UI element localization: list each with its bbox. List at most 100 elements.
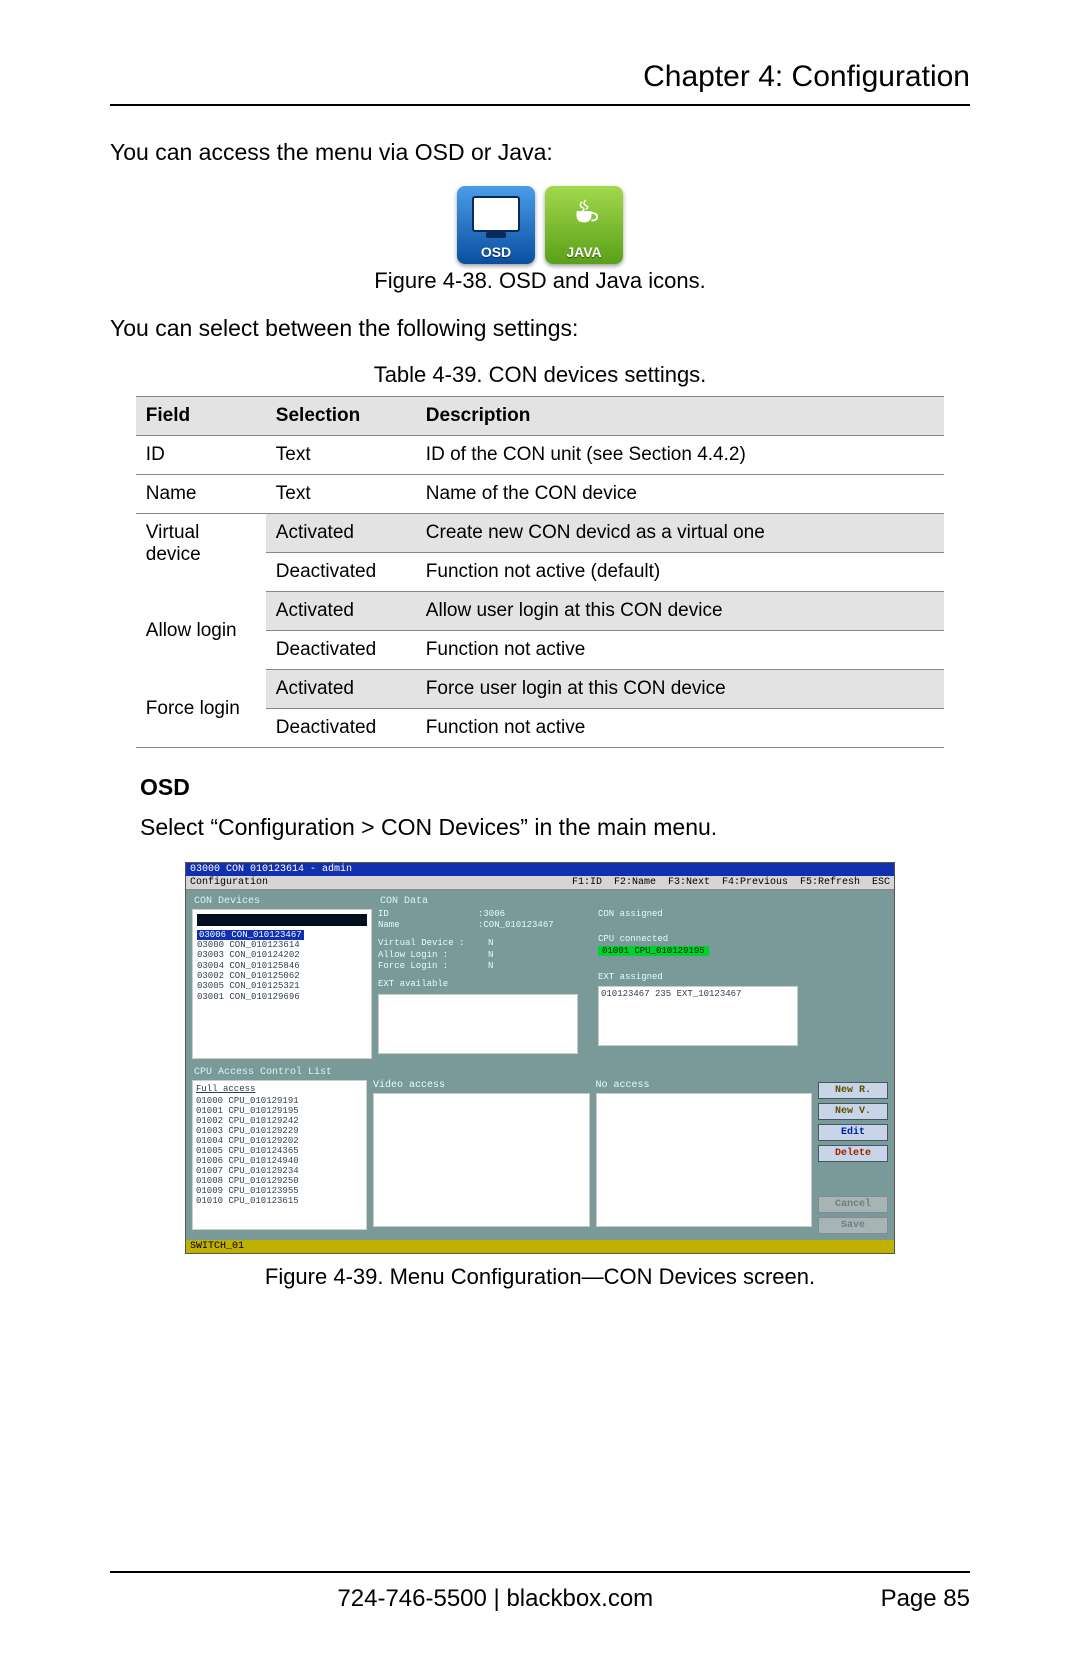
cell-selection: Deactivated [266, 631, 416, 670]
delete-button[interactable]: Delete [818, 1145, 888, 1162]
table-header-row: Field Selection Description [136, 397, 944, 436]
list-item: 01003 CPU_010129229 [196, 1126, 299, 1136]
table-row: Force login Activated Force user login a… [136, 670, 944, 709]
virtual-label: Virtual Device : [378, 938, 488, 950]
page-footer: 724-746-5500 | blackbox.com Page 85 [110, 1571, 970, 1613]
con-devices-settings-table: Field Selection Description ID Text ID o… [136, 396, 944, 748]
list-item: 01001 CPU_010129195 [196, 1106, 299, 1116]
java-cup-icon [569, 198, 599, 228]
list-item: 01009 CPU_010123955 [196, 1186, 299, 1196]
list-item: 01006 CPU_010124940 [196, 1156, 299, 1166]
cell-field: Virtual device [136, 514, 266, 592]
cell-selection: Deactivated [266, 553, 416, 592]
cell-selection: Text [266, 475, 416, 514]
con-data-right: CON assigned CPU connected 01001 CPU_010… [598, 909, 888, 1054]
con-data-title: CON Data [380, 896, 888, 907]
cell-description: Name of the CON device [416, 475, 944, 514]
ext-assigned-value: 010123467 235 EXT_10123467 [601, 989, 741, 999]
new-r-button[interactable]: New R. [818, 1082, 888, 1099]
java-icon-label: JAVA [566, 244, 601, 260]
figure-4-38-caption: Figure 4-38. OSD and Java icons. [110, 268, 970, 294]
osd-instruction: Select “Configuration > CON Devices” in … [140, 811, 970, 843]
osd-heading: OSD [140, 774, 970, 801]
cell-selection: Activated [266, 514, 416, 553]
ext-available-box [378, 994, 578, 1054]
table-row: ID Text ID of the CON unit (see Section … [136, 436, 944, 475]
osd-button-col: New R. New V. Edit Delete Cancel Save [818, 1080, 888, 1234]
list-item: 01010 CPU_010123615 [196, 1196, 299, 1206]
con-data-fields: ID: 3006 Name: CON_010123467 Virtual Dev… [378, 909, 588, 1054]
chapter-title: Chapter 4: Configuration [110, 60, 970, 106]
video-access-header: Video access [373, 1080, 590, 1091]
osd-icon-label: OSD [481, 244, 511, 260]
list-item: 03003 CON_010124202 [197, 950, 300, 960]
monitor-icon [472, 196, 520, 232]
table-4-39-caption: Table 4-39. CON devices settings. [110, 362, 970, 388]
osd-icon: OSD [457, 186, 535, 264]
allow-label: Allow Login : [378, 950, 488, 962]
cell-selection: Deactivated [266, 709, 416, 748]
cell-description: Function not active [416, 709, 944, 748]
allow-value: N [488, 950, 493, 962]
cell-field-l1: Virtual [146, 522, 200, 543]
cell-field: Name [136, 475, 266, 514]
cell-selection: Activated [266, 592, 416, 631]
cell-description: Allow user login at this CON device [416, 592, 944, 631]
list-item: 01002 CPU_010129242 [196, 1116, 299, 1126]
cpu-access-title: CPU Access Control List [194, 1067, 888, 1078]
video-access-col: Video access [373, 1080, 590, 1234]
video-access-box [373, 1093, 590, 1227]
footer-contact: 724-746-5500 | blackbox.com [110, 1585, 881, 1613]
ext-available-label: EXT available [378, 979, 448, 991]
no-access-box [596, 1093, 813, 1227]
osd-titlebar: 03000 CON 010123614 - admin [186, 863, 894, 876]
ext-assigned-label: EXT assigned [598, 972, 888, 984]
edit-button[interactable]: Edit [818, 1124, 888, 1141]
name-value: CON_010123467 [483, 920, 553, 932]
osd-menu-left: Configuration [190, 877, 268, 888]
cell-description: Force user login at this CON device [416, 670, 944, 709]
id-label: ID [378, 909, 478, 921]
th-description: Description [416, 397, 944, 436]
list-item: 01008 CPU_010129250 [196, 1176, 299, 1186]
save-button: Save [818, 1217, 888, 1234]
list-scroll-indicator [197, 914, 367, 926]
virtual-value: N [488, 938, 493, 950]
osd-screenshot: 03000 CON 010123614 - admin Configuratio… [185, 862, 895, 1254]
cell-selection: Text [266, 436, 416, 475]
cell-description: Function not active (default) [416, 553, 944, 592]
cell-field-l2: device [146, 544, 201, 565]
full-access-header: Full access [196, 1084, 363, 1094]
java-icon: JAVA [545, 186, 623, 264]
cpu-connected-label: CPU connected [598, 934, 888, 946]
list-item: 01004 CPU_010129202 [196, 1136, 299, 1146]
osd-menu-right: F1:ID F2:Name F3:Next F4:Previous F5:Ref… [572, 877, 890, 888]
list-item: 03004 CON_010125846 [197, 961, 300, 971]
figure-4-39-caption: Figure 4-39. Menu Configuration—CON Devi… [110, 1264, 970, 1290]
force-label: Force Login : [378, 961, 488, 973]
intro-text-2: You can select between the following set… [110, 312, 970, 344]
th-selection: Selection [266, 397, 416, 436]
page-number: Page 85 [881, 1585, 970, 1613]
table-row: Allow login Activated Allow user login a… [136, 592, 944, 631]
list-item: 03001 CON_010129696 [197, 992, 300, 1002]
no-access-header: No access [596, 1080, 813, 1091]
cpu-connected-value: 01001 CPU_010129195 [598, 946, 709, 956]
icon-row: OSD JAVA [110, 186, 970, 264]
id-value: 3006 [483, 909, 505, 921]
list-item: 03005 CON_010125321 [197, 981, 300, 991]
new-v-button[interactable]: New V. [818, 1103, 888, 1120]
cell-field: Force login [136, 670, 266, 748]
con-devices-title: CON Devices [194, 896, 372, 907]
con-devices-list: 03006 CON_010123467 03000 CON_010123614 … [192, 909, 372, 1059]
cell-description: ID of the CON unit (see Section 4.4.2) [416, 436, 944, 475]
con-assigned-label: CON assigned [598, 909, 888, 921]
osd-menuline: Configuration F1:ID F2:Name F3:Next F4:P… [186, 876, 894, 890]
full-access-list: Full access 01000 CPU_010129191 01001 CP… [192, 1080, 367, 1230]
cell-description: Create new CON devicd as a virtual one [416, 514, 944, 553]
name-label: Name [378, 920, 478, 932]
cell-field: ID [136, 436, 266, 475]
intro-text-1: You can access the menu via OSD or Java: [110, 136, 970, 168]
osd-status-bar: SWITCH_01 [186, 1240, 894, 1253]
list-item: 03002 CON_010125062 [197, 971, 300, 981]
